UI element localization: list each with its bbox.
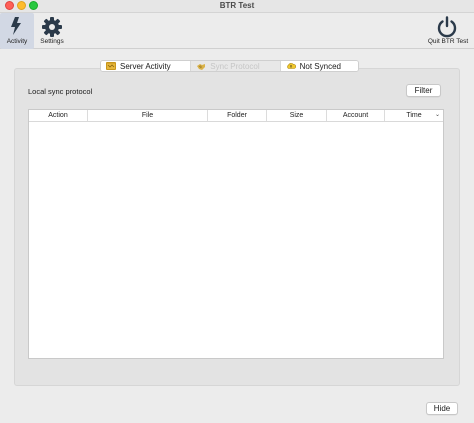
column-header-account[interactable]: Account (327, 110, 385, 121)
tab-server-activity[interactable]: Server Activity (101, 61, 192, 71)
toolbar-activity-button[interactable]: Activity (0, 13, 34, 49)
toolbar-activity-label: Activity (6, 38, 28, 45)
column-header-time[interactable]: Time ⌄ (385, 110, 443, 121)
column-header-action[interactable]: Action (29, 110, 88, 121)
toolbar: Activity Settings Quit BTR Test (0, 13, 474, 49)
window-title: BTR Test (219, 1, 255, 10)
column-header-file[interactable]: File (88, 110, 208, 121)
title-bar: BTR Test (0, 0, 474, 13)
power-icon (437, 16, 457, 38)
warning-cloud-icon (286, 62, 296, 69)
column-header-time-label: Time (406, 112, 422, 119)
lightning-bolt-icon (11, 17, 21, 35)
tab-bar: Server Activity Sync Protocol Not Synced (100, 60, 359, 72)
toolbar-settings-label: Settings (40, 38, 64, 45)
sync-protocol-table[interactable]: Action File Folder Size Account Time ⌄ (28, 109, 444, 359)
handshake-icon (197, 63, 206, 70)
tab-not-synced[interactable]: Not Synced (280, 61, 358, 71)
tab-sync-protocol[interactable]: Sync Protocol (191, 61, 281, 71)
toolbar-quit-label: Quit BTR Test (427, 38, 469, 45)
column-header-size[interactable]: Size (267, 110, 327, 121)
column-header-folder[interactable]: Folder (208, 110, 267, 121)
chevron-down-icon: ⌄ (434, 112, 440, 118)
hide-button[interactable]: Hide (426, 402, 458, 415)
folder-icon (106, 62, 116, 70)
app-window: BTR Test Activity Settings Quit BTR Test… (0, 0, 474, 423)
gear-icon (42, 17, 62, 37)
toolbar-quit-button[interactable]: Quit BTR Test (422, 13, 474, 49)
tab-not-synced-label: Not Synced (299, 61, 341, 71)
filter-button[interactable]: Filter (406, 84, 441, 97)
tab-sync-protocol-label: Sync Protocol (210, 61, 260, 71)
table-header: Action File Folder Size Account Time ⌄ (29, 110, 443, 122)
toolbar-settings-button[interactable]: Settings (36, 13, 68, 49)
tab-server-activity-label: Server Activity (120, 61, 171, 71)
section-label: Local sync protocol (28, 87, 93, 96)
